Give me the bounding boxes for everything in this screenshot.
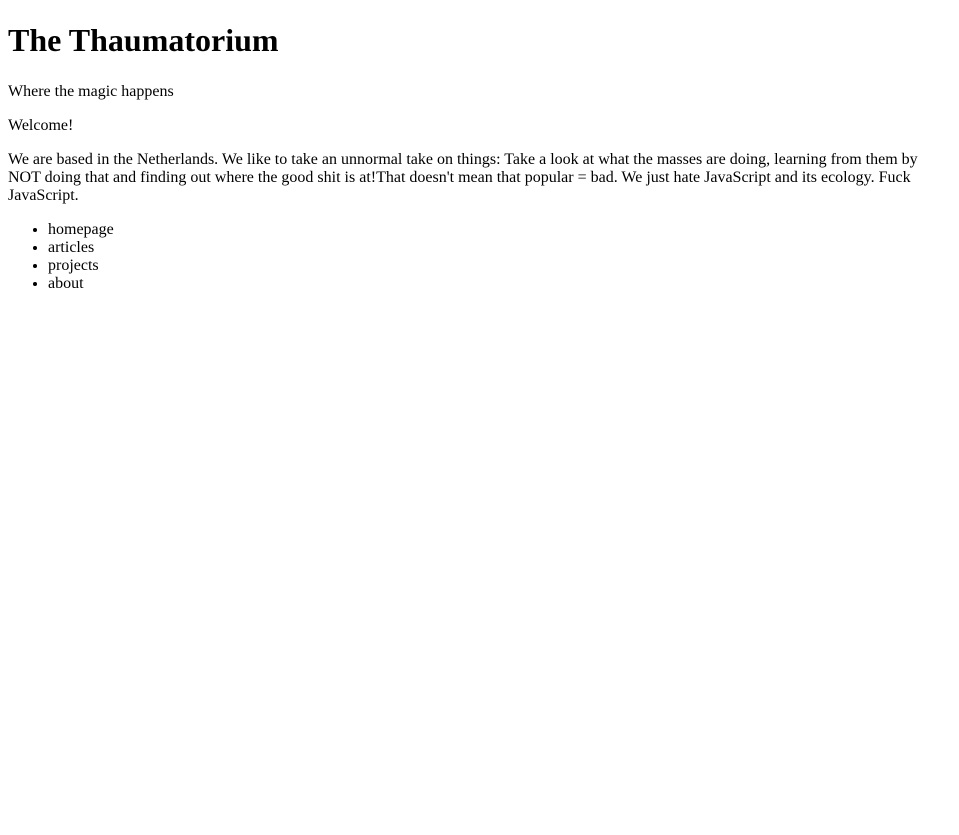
site-nav: homepage articles projects about <box>8 221 951 293</box>
site-header: The Thaumatorium Where the magic happens <box>8 22 951 101</box>
nav-item-projects: projects <box>48 257 951 275</box>
nav-list: homepage articles projects about <box>8 221 951 293</box>
intro-paragraph: We are based in the Netherlands. We like… <box>8 151 918 204</box>
nav-link-articles[interactable]: articles <box>48 239 94 256</box>
nav-item-homepage: homepage <box>48 221 951 239</box>
nav-link-about[interactable]: about <box>48 275 84 292</box>
site-tagline: Where the magic happens <box>8 83 174 100</box>
nav-item-about: about <box>48 275 951 293</box>
page: The Thaumatorium Where the magic happens… <box>0 0 959 317</box>
site-title: The Thaumatorium <box>8 22 279 58</box>
nav-item-articles: articles <box>48 239 951 257</box>
nav-link-homepage[interactable]: homepage <box>48 221 114 238</box>
nav-link-projects[interactable]: projects <box>48 257 99 274</box>
main-content: Welcome! We are based in the Netherlands… <box>8 117 951 205</box>
welcome-text: Welcome! <box>8 117 74 134</box>
